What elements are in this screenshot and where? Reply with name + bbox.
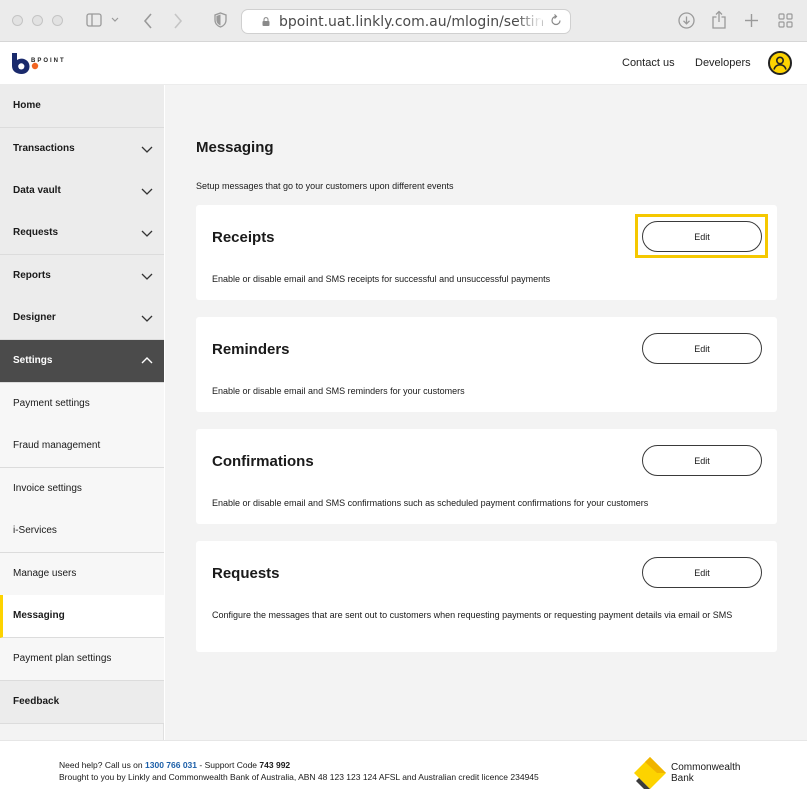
- help-prefix: Need help? Call us on: [59, 760, 143, 770]
- sidebar-item-label: Requests: [13, 227, 59, 238]
- page-footer: Need help? Call us on 1300 766 031 - Sup…: [0, 740, 807, 802]
- reminders-card: Reminders Edit Enable or disable email a…: [196, 317, 777, 412]
- sidebar-item-label: Payment settings: [13, 398, 90, 409]
- sidebar-item-label: Payment plan settings: [13, 653, 112, 664]
- bank-name-line: Bank: [671, 773, 694, 784]
- chevron-down-icon[interactable]: [111, 17, 119, 23]
- sidebar-item-label: Fraud management: [13, 440, 101, 451]
- sidebar-item-manage-users[interactable]: Manage users: [0, 553, 164, 596]
- confirmations-edit-button[interactable]: Edit: [642, 445, 762, 476]
- main-content: Messaging Setup messages that go to your…: [165, 85, 807, 740]
- sidebar-toggle-icon[interactable]: [86, 13, 102, 27]
- card-title: Requests: [212, 565, 280, 582]
- sidebar-item-label: Messaging: [13, 610, 65, 621]
- reminders-edit-button[interactable]: Edit: [642, 333, 762, 364]
- requests-card: Requests Edit Configure the messages tha…: [196, 541, 777, 652]
- card-description: Configure the messages that are sent out…: [212, 610, 733, 620]
- sidebar-item-payment-settings[interactable]: Payment settings: [0, 383, 164, 426]
- address-bar[interactable]: bpoint.uat.linkly.com.au/mlogin/settings…: [241, 9, 571, 34]
- support-code: 743 992: [259, 760, 291, 770]
- support-code-label: - Support Code: [199, 760, 258, 770]
- lock-icon: [262, 17, 270, 26]
- download-icon[interactable]: [678, 12, 695, 29]
- page-title: Messaging: [196, 139, 274, 156]
- sidebar-item-invoice-settings[interactable]: Invoice settings: [0, 468, 164, 511]
- card-title: Reminders: [212, 341, 290, 358]
- app-header: BPOINT Contact us Developers: [0, 42, 807, 85]
- card-description: Enable or disable email and SMS confirma…: [212, 498, 649, 508]
- logo-text: BPOINT: [31, 58, 66, 64]
- support-phone-link[interactable]: 1300 766 031: [145, 760, 197, 770]
- forward-icon[interactable]: [173, 13, 183, 29]
- footer-help-line: Need help? Call us on 1300 766 031 - Sup…: [59, 760, 290, 770]
- sidebar-item-label: Manage users: [13, 568, 77, 579]
- chevron-down-icon: [141, 188, 153, 195]
- tab-overview-icon[interactable]: [778, 13, 793, 28]
- receipts-card: Receipts Edit Enable or disable email an…: [196, 205, 777, 300]
- confirmations-card: Confirmations Edit Enable or disable ema…: [196, 429, 777, 524]
- back-icon[interactable]: [143, 13, 153, 29]
- shield-icon[interactable]: [214, 12, 227, 28]
- sidebar-item-label: Home: [13, 100, 41, 111]
- share-icon[interactable]: [712, 10, 726, 29]
- requests-edit-button[interactable]: Edit: [642, 557, 762, 588]
- window-close-button[interactable]: [12, 15, 23, 26]
- window-zoom-button[interactable]: [52, 15, 63, 26]
- sidebar-item-label: Settings: [13, 355, 53, 366]
- bank-name-line: Commonwealth: [671, 762, 741, 773]
- page-description: Setup messages that go to your customers…: [196, 181, 454, 191]
- sidebar-item-data-vault[interactable]: Data vault: [0, 170, 164, 213]
- sidebar-item-label: Data vault: [13, 185, 61, 196]
- browser-toolbar: bpoint.uat.linkly.com.au/mlogin/settings…: [0, 0, 807, 42]
- new-tab-icon[interactable]: [744, 13, 759, 28]
- sidebar-item-fraud-management[interactable]: Fraud management: [0, 425, 164, 468]
- sidebar-item-payment-plan-settings[interactable]: Payment plan settings: [0, 638, 164, 681]
- sidebar-item-label: Designer: [13, 312, 56, 323]
- commonwealth-bank-name: Commonwealth Bank: [671, 762, 740, 784]
- sidebar-item-home[interactable]: Home: [0, 85, 164, 128]
- sidebar-item-reports[interactable]: Reports: [0, 255, 164, 298]
- chevron-up-icon: [141, 357, 153, 364]
- url-text: bpoint.uat.linkly.com.au/mlogin/settings…: [279, 14, 544, 30]
- sidebar-item-label: Reports: [13, 270, 51, 281]
- card-description: Enable or disable email and SMS reminder…: [212, 386, 465, 396]
- sidebar-nav: Home Transactions Data vault Requests Re…: [0, 85, 164, 740]
- contact-us-link[interactable]: Contact us: [622, 57, 675, 69]
- chevron-down-icon: [141, 146, 153, 153]
- developers-link[interactable]: Developers: [695, 57, 751, 69]
- user-account-icon[interactable]: [768, 51, 792, 75]
- sidebar-item-label: Transactions: [13, 143, 75, 154]
- chevron-down-icon: [141, 315, 153, 322]
- chevron-down-icon: [141, 230, 153, 237]
- sidebar-item-messaging[interactable]: Messaging: [0, 595, 164, 638]
- footer-credit: Brought to you by Linkly and Commonwealt…: [59, 772, 539, 782]
- sidebar-item-requests[interactable]: Requests: [0, 212, 164, 255]
- card-title: Receipts: [212, 229, 275, 246]
- commonwealth-bank-logo[interactable]: [633, 756, 667, 790]
- sidebar-item-designer[interactable]: Designer: [0, 297, 164, 340]
- card-description: Enable or disable email and SMS receipts…: [212, 274, 551, 284]
- sidebar-item-label: i-Services: [13, 525, 57, 536]
- sidebar-item-label: Invoice settings: [13, 483, 82, 494]
- sidebar-item-transactions[interactable]: Transactions: [0, 128, 164, 171]
- sidebar-item-i-services[interactable]: i-Services: [0, 510, 164, 553]
- sidebar-item-label: Feedback: [13, 696, 60, 707]
- window-minimize-button[interactable]: [32, 15, 43, 26]
- reload-icon[interactable]: [550, 13, 562, 27]
- receipts-edit-button[interactable]: Edit: [642, 221, 762, 252]
- chevron-down-icon: [141, 273, 153, 280]
- sidebar-item-feedback[interactable]: Feedback: [0, 681, 164, 724]
- sidebar-item-settings[interactable]: Settings: [0, 340, 164, 383]
- card-title: Confirmations: [212, 453, 314, 470]
